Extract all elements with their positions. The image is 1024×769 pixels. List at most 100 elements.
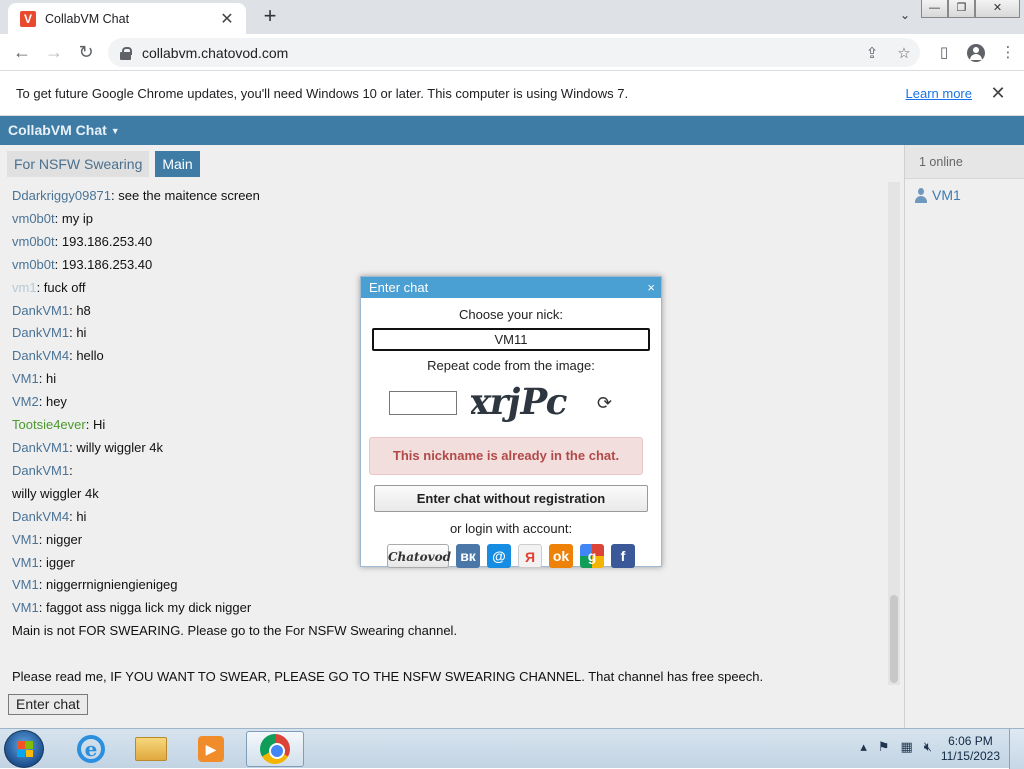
windows-logo-icon bbox=[17, 741, 33, 757]
message-nick[interactable]: vm0b0t bbox=[12, 257, 55, 272]
tab-search-chevron-icon[interactable]: ⌄ bbox=[893, 8, 917, 22]
odnoklassniki-login-icon[interactable]: ok bbox=[549, 544, 573, 568]
message-text: h8 bbox=[76, 302, 91, 318]
message-text: Please read me, IF YOU WANT TO SWEAR, PL… bbox=[12, 669, 764, 685]
system-tray: ▴ ⚑ ▦ 🔇︎ bbox=[849, 739, 932, 755]
menu-kebab-icon[interactable]: ⋮ bbox=[992, 38, 1024, 67]
message-text: igger bbox=[45, 554, 75, 570]
forward-icon[interactable]: → bbox=[38, 37, 70, 67]
internet-explorer-icon: e bbox=[77, 735, 105, 763]
chat-message: VM1: niggerrnigniengienigeg bbox=[12, 577, 178, 593]
update-infobar: To get future Google Chrome updates, you… bbox=[0, 71, 1024, 116]
reload-icon[interactable]: ↻ bbox=[70, 37, 102, 67]
learn-more-link[interactable]: Learn more bbox=[906, 86, 972, 101]
scrollbar-thumb[interactable] bbox=[890, 595, 898, 683]
message-text: faggot ass nigga lick my dick nigger bbox=[45, 600, 252, 616]
infobar-message: To get future Google Chrome updates, you… bbox=[16, 85, 629, 101]
nick-input[interactable] bbox=[372, 328, 650, 351]
new-tab-icon[interactable]: + bbox=[258, 5, 282, 29]
mailru-login-icon[interactable]: @ bbox=[487, 544, 511, 568]
message-nick[interactable]: DankVM1 bbox=[12, 463, 69, 478]
message-nick[interactable]: DankVM1 bbox=[12, 303, 69, 318]
message-nick[interactable]: vm1 bbox=[12, 280, 37, 295]
google-login-icon[interactable]: g bbox=[580, 544, 604, 568]
online-count: 1 online bbox=[905, 145, 1024, 179]
message-text: willy wiggler 4k bbox=[76, 439, 164, 455]
online-user[interactable]: VM1 bbox=[905, 187, 1024, 203]
channel-tab[interactable]: For NSFW Swearing bbox=[7, 151, 150, 177]
address-bar[interactable]: collabvm.chatovod.com ⇪ ☆ bbox=[108, 38, 920, 67]
message-nick[interactable]: vm0b0t bbox=[12, 234, 55, 249]
message-nick[interactable]: VM1 bbox=[12, 371, 39, 386]
taskbar-file-explorer[interactable] bbox=[122, 731, 180, 767]
facebook-login-icon[interactable]: f bbox=[611, 544, 635, 568]
browser-tab[interactable]: V CollabVM Chat ✕ bbox=[8, 3, 246, 34]
collabvm-favicon-icon: V bbox=[20, 10, 36, 27]
url-text[interactable]: collabvm.chatovod.com bbox=[142, 45, 856, 61]
online-user-name[interactable]: VM1 bbox=[932, 187, 961, 203]
tab-strip: V CollabVM Chat ✕ + ⌄ — ❐ ✕ bbox=[0, 0, 1024, 34]
enter-chat-button[interactable]: Enter chat bbox=[8, 694, 88, 715]
browser-toolbar: ← → ↻ collabvm.chatovod.com ⇪ ☆ ▯ ⋮ bbox=[0, 34, 1024, 71]
side-panel-icon[interactable]: ▯ bbox=[928, 38, 960, 67]
message-nick[interactable]: VM1 bbox=[12, 532, 39, 547]
message-nick[interactable]: DankVM4 bbox=[12, 348, 69, 363]
tray-expand-icon[interactable]: ▴ bbox=[860, 739, 867, 755]
dropdown-caret-icon[interactable]: ▼ bbox=[111, 117, 120, 146]
vk-login-icon[interactable]: вк bbox=[456, 544, 480, 568]
yandex-login-icon[interactable]: Я bbox=[518, 544, 542, 568]
message-text: my ip bbox=[61, 210, 93, 226]
message-nick[interactable]: vm0b0t bbox=[12, 211, 55, 226]
profile-icon[interactable] bbox=[960, 38, 992, 67]
show-desktop-button[interactable] bbox=[1009, 729, 1024, 769]
chatovod-login-icon[interactable]: Chatovod bbox=[387, 544, 451, 568]
start-button[interactable] bbox=[4, 730, 44, 768]
refresh-captcha-icon[interactable]: ⟳ bbox=[597, 393, 612, 414]
message-nick[interactable]: VM2 bbox=[12, 394, 39, 409]
app-header[interactable]: CollabVM Chat ▼ bbox=[0, 116, 1024, 145]
restore-icon[interactable]: ❐ bbox=[948, 0, 975, 18]
message-text: see the maitence screen bbox=[118, 188, 260, 203]
minimize-icon[interactable]: — bbox=[921, 0, 948, 18]
tab-close-icon[interactable]: ✕ bbox=[218, 9, 236, 29]
app-title[interactable]: CollabVM Chat bbox=[8, 122, 107, 138]
message-nick[interactable]: VM1 bbox=[12, 600, 39, 615]
channel-tab[interactable]: Main bbox=[155, 151, 200, 177]
media-player-icon: ▶ bbox=[198, 736, 224, 762]
window-controls: — ❐ ✕ bbox=[921, 0, 1020, 18]
volume-muted-icon[interactable]: 🔇︎ bbox=[924, 739, 932, 755]
taskbar-media-player[interactable]: ▶ bbox=[182, 731, 240, 767]
action-center-flag-icon[interactable]: ⚑ bbox=[878, 739, 890, 755]
message-nick[interactable]: VM1 bbox=[12, 555, 39, 570]
message-nick[interactable]: DankVM4 bbox=[12, 509, 69, 524]
message-nick[interactable]: DankVM1 bbox=[12, 440, 69, 455]
login-with-label: or login with account: bbox=[449, 521, 573, 536]
chat-message: Please read me, IF YOU WANT TO SWEAR, PL… bbox=[12, 666, 888, 685]
message-text: 193.186.253.40 bbox=[61, 256, 153, 272]
captcha-image: xrjPc bbox=[471, 383, 571, 423]
social-login-row: Chatovod вк @ Яok g f bbox=[361, 544, 661, 568]
window-close-icon[interactable]: ✕ bbox=[975, 0, 1020, 18]
chat-message: vm0b0t: 193.186.253.40 bbox=[12, 233, 153, 249]
dialog-close-icon[interactable]: × bbox=[647, 277, 655, 298]
message-text: fuck off bbox=[43, 279, 86, 295]
enter-without-registration-button[interactable]: Enter chat without registration bbox=[374, 485, 648, 512]
clock[interactable]: 6:06 PM 11/15/2023 bbox=[941, 734, 1000, 764]
lock-icon[interactable] bbox=[120, 46, 132, 60]
taskbar-chrome[interactable] bbox=[246, 731, 304, 767]
infobar-close-icon[interactable]: ✕ bbox=[988, 83, 1008, 104]
message-nick[interactable]: DankVM1 bbox=[12, 325, 69, 340]
message-nick[interactable]: Ddarkriggy09871 bbox=[12, 188, 111, 203]
captcha-input[interactable] bbox=[389, 391, 457, 415]
share-icon[interactable]: ⇪ bbox=[856, 44, 888, 62]
taskbar-internet-explorer[interactable]: e bbox=[62, 731, 120, 767]
message-scrollbar[interactable] bbox=[888, 182, 900, 685]
bookmark-star-icon[interactable]: ☆ bbox=[888, 44, 920, 62]
message-nick[interactable]: Tootsie4ever bbox=[12, 417, 86, 432]
chrome-icon bbox=[260, 734, 290, 764]
network-icon[interactable]: ▦ bbox=[901, 739, 913, 755]
back-icon[interactable]: ← bbox=[6, 37, 38, 67]
message-text: hi bbox=[76, 508, 87, 524]
message-text: willy wiggler 4k bbox=[12, 485, 99, 501]
message-nick[interactable]: VM1 bbox=[12, 577, 39, 592]
